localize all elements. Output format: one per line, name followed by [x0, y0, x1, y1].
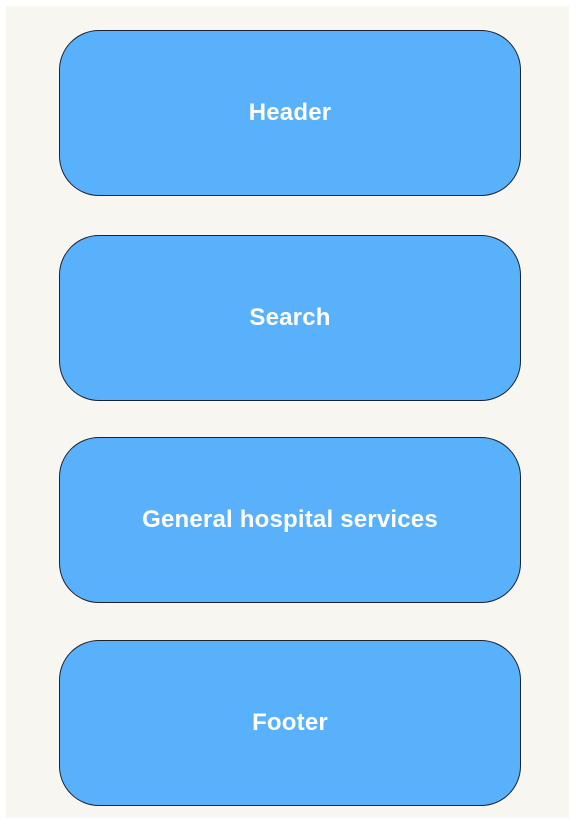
- footer-block: Footer: [59, 640, 521, 806]
- search-block: Search: [59, 235, 521, 401]
- general-hospital-services-block: General hospital services: [59, 437, 521, 603]
- search-block-label: Search: [249, 304, 331, 331]
- header-block: Header: [59, 30, 521, 196]
- diagram-canvas: Header Search General hospital services …: [6, 6, 569, 818]
- general-hospital-services-block-label: General hospital services: [142, 506, 438, 533]
- header-block-label: Header: [248, 99, 332, 126]
- footer-block-label: Footer: [252, 709, 328, 736]
